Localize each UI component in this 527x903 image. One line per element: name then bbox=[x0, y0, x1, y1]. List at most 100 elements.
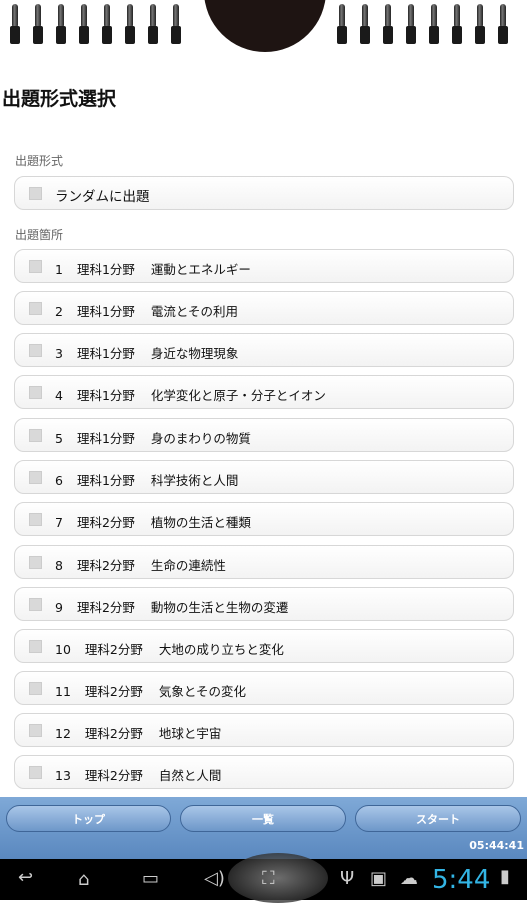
android-icon: ☁ bbox=[400, 868, 418, 889]
binding-ring-icon bbox=[475, 4, 485, 44]
item-number: 12 bbox=[55, 726, 71, 741]
item-field: 理科2分野 bbox=[76, 600, 135, 615]
binding-ring-icon bbox=[33, 4, 43, 44]
range-option-label: 13 理科2分野 自然と人間 bbox=[55, 765, 221, 784]
range-option[interactable]: 10 理科2分野 大地の成り立ちと変化 bbox=[14, 629, 514, 663]
random-option[interactable]: ランダムに出題 bbox=[14, 176, 514, 210]
checkbox[interactable] bbox=[29, 724, 42, 737]
item-field: 理科2分野 bbox=[84, 684, 143, 699]
top-button[interactable]: トップ bbox=[6, 805, 171, 832]
binding-ring-icon bbox=[337, 4, 347, 44]
format-section-label: 出題形式 bbox=[15, 154, 64, 168]
binding-ring-icon bbox=[452, 4, 462, 44]
screenshot-icon[interactable]: ⛶ bbox=[262, 868, 275, 889]
home-glow bbox=[228, 853, 328, 903]
checkbox[interactable] bbox=[29, 187, 42, 200]
signal-icon: ▮ bbox=[500, 866, 510, 887]
range-option-label: 12 理科2分野 地球と宇宙 bbox=[55, 723, 221, 742]
range-option-label: 2 理科1分野 電流とその利用 bbox=[55, 301, 238, 320]
item-number: 4 bbox=[55, 388, 63, 403]
item-topic: 身のまわりの物質 bbox=[150, 431, 251, 446]
binding-ring-icon bbox=[406, 4, 416, 44]
item-number: 8 bbox=[55, 558, 63, 573]
home-icon[interactable]: ⌂ bbox=[78, 869, 89, 890]
item-field: 理科1分野 bbox=[76, 304, 135, 319]
checkbox[interactable] bbox=[29, 598, 42, 611]
binding-ring-icon bbox=[148, 4, 158, 44]
item-number: 13 bbox=[55, 768, 71, 783]
binding-ring-icon bbox=[125, 4, 135, 44]
range-option-label: 4 理科1分野 化学変化と原子・分子とイオン bbox=[55, 385, 326, 404]
item-number: 10 bbox=[55, 642, 71, 657]
binding-ring-icon bbox=[429, 4, 439, 44]
binding-ring-icon bbox=[171, 4, 181, 44]
item-field: 理科1分野 bbox=[76, 346, 135, 361]
item-number: 2 bbox=[55, 304, 63, 319]
checkbox[interactable] bbox=[29, 766, 42, 779]
range-option-label: 3 理科1分野 身近な物理現象 bbox=[55, 343, 238, 362]
binding-ring-icon bbox=[102, 4, 112, 44]
range-option[interactable]: 6 理科1分野 科学技術と人間 bbox=[14, 460, 514, 494]
item-number: 9 bbox=[55, 600, 63, 615]
checkbox[interactable] bbox=[29, 556, 42, 569]
item-topic: 自然と人間 bbox=[158, 768, 222, 783]
range-option-label: 9 理科2分野 動物の生活と生物の変遷 bbox=[55, 597, 288, 616]
checkbox[interactable] bbox=[29, 471, 42, 484]
range-option[interactable]: 2 理科1分野 電流とその利用 bbox=[14, 291, 514, 325]
random-option-label: ランダムに出題 bbox=[55, 189, 150, 205]
checkbox[interactable] bbox=[29, 429, 42, 442]
volume-icon[interactable]: ◁) bbox=[204, 868, 225, 889]
item-topic: 地球と宇宙 bbox=[158, 726, 222, 741]
range-option[interactable]: 11 理科2分野 気象とその変化 bbox=[14, 671, 514, 705]
image-icon: ▣ bbox=[370, 868, 388, 889]
item-topic: 植物の生活と種類 bbox=[150, 515, 251, 530]
checkbox[interactable] bbox=[29, 386, 42, 399]
range-option-label: 10 理科2分野 大地の成り立ちと変化 bbox=[55, 639, 284, 658]
bottom-toolbar: トップ 一覧 スタート 05:44:41 bbox=[0, 797, 527, 859]
item-field: 理科2分野 bbox=[76, 515, 135, 530]
usb-icon: Ψ bbox=[340, 868, 355, 889]
range-option[interactable]: 3 理科1分野 身近な物理現象 bbox=[14, 333, 514, 367]
list-button[interactable]: 一覧 bbox=[180, 805, 346, 832]
range-option[interactable]: 7 理科2分野 植物の生活と種類 bbox=[14, 502, 514, 536]
checkbox[interactable] bbox=[29, 513, 42, 526]
back-icon[interactable]: ↩ bbox=[18, 867, 33, 888]
range-option[interactable]: 12 理科2分野 地球と宇宙 bbox=[14, 713, 514, 747]
range-option[interactable]: 1 理科1分野 運動とエネルギー bbox=[14, 249, 514, 283]
binding-ring-icon bbox=[383, 4, 393, 44]
checkbox[interactable] bbox=[29, 344, 42, 357]
checkbox[interactable] bbox=[29, 640, 42, 653]
item-number: 6 bbox=[55, 473, 63, 488]
item-field: 理科2分野 bbox=[84, 726, 143, 741]
item-field: 理科2分野 bbox=[84, 768, 143, 783]
notebook-binding bbox=[0, 0, 527, 52]
range-section-label: 出題箇所 bbox=[15, 228, 64, 242]
item-field: 理科1分野 bbox=[76, 388, 135, 403]
range-option-label: 1 理科1分野 運動とエネルギー bbox=[55, 259, 251, 278]
checkbox[interactable] bbox=[29, 682, 42, 695]
binding-ring-icon bbox=[79, 4, 89, 44]
item-topic: 生命の連続性 bbox=[150, 558, 226, 573]
range-option-label: 6 理科1分野 科学技術と人間 bbox=[55, 470, 238, 489]
item-field: 理科1分野 bbox=[76, 473, 135, 488]
range-option[interactable]: 5 理科1分野 身のまわりの物質 bbox=[14, 418, 514, 452]
start-button[interactable]: スタート bbox=[355, 805, 521, 832]
range-option[interactable]: 4 理科1分野 化学変化と原子・分子とイオン bbox=[14, 375, 514, 409]
item-topic: 電流とその利用 bbox=[150, 304, 239, 319]
item-field: 理科2分野 bbox=[76, 558, 135, 573]
item-topic: 科学技術と人間 bbox=[150, 473, 239, 488]
item-topic: 動物の生活と生物の変遷 bbox=[150, 600, 289, 615]
binding-ring-icon bbox=[10, 4, 20, 44]
range-option[interactable]: 9 理科2分野 動物の生活と生物の変遷 bbox=[14, 587, 514, 621]
checkbox[interactable] bbox=[29, 260, 42, 273]
checkbox[interactable] bbox=[29, 302, 42, 315]
range-option[interactable]: 8 理科2分野 生命の連続性 bbox=[14, 545, 514, 579]
recent-apps-icon[interactable]: ▭ bbox=[142, 868, 159, 889]
binding-ring-icon bbox=[360, 4, 370, 44]
range-option-label: 11 理科2分野 気象とその変化 bbox=[55, 681, 246, 700]
range-option[interactable]: 13 理科2分野 自然と人間 bbox=[14, 755, 514, 789]
item-topic: 気象とその変化 bbox=[158, 684, 246, 699]
binding-hole bbox=[204, 0, 326, 52]
item-number: 1 bbox=[55, 262, 63, 277]
system-nav-bar: ↩ ⌂ ▭ ◁) ⛶ Ψ ▣ ☁ 5:44 ▮ bbox=[0, 853, 527, 903]
